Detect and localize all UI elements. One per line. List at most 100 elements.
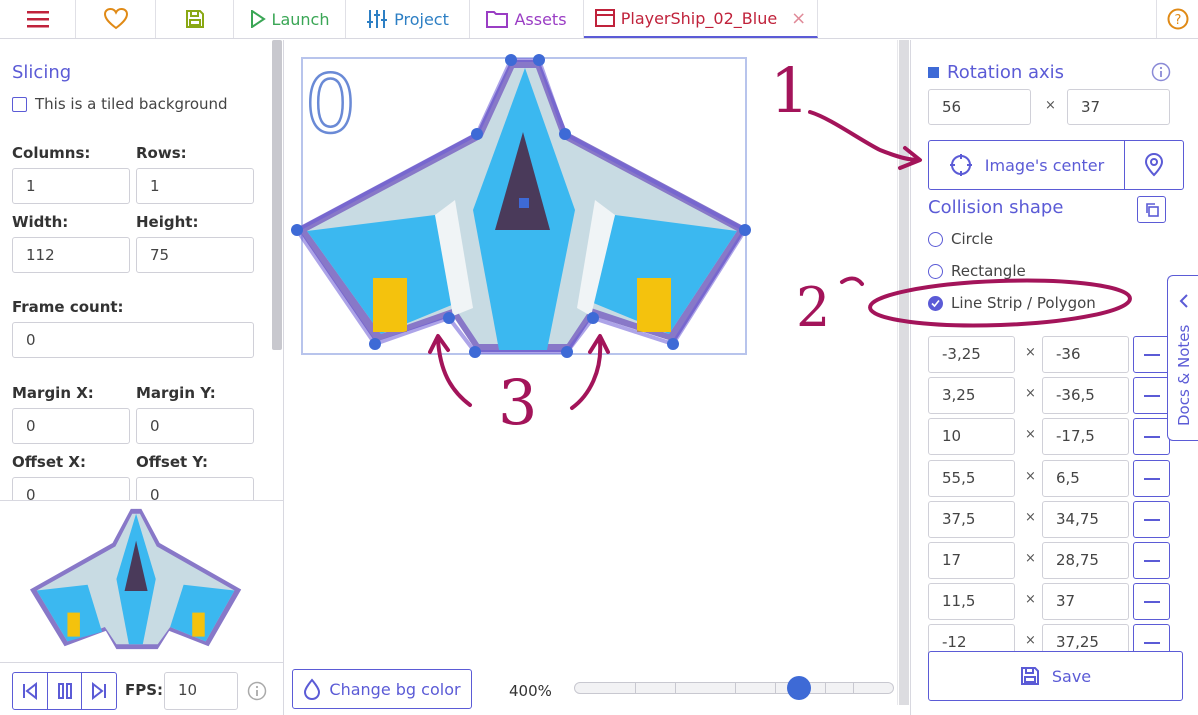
point-x-input[interactable]: 55,5 [928,460,1015,497]
times-sign: × [1025,386,1036,401]
fps-input[interactable]: 10 [164,672,238,710]
offset-x-label: Offset X: [12,453,86,471]
columns-label: Columns: [12,144,91,162]
point-y-input[interactable]: 6,5 [1042,460,1129,497]
checkbox-box[interactable] [12,96,27,112]
radio-circle[interactable]: Circle [928,230,993,248]
texture-canvas-area: 0 Change bg color 400% [285,40,897,715]
offset-y-input[interactable]: 0 [136,477,254,500]
rows-label: Rows: [136,144,187,162]
project-button[interactable]: Project [346,0,470,38]
height-input[interactable]: 75 [136,237,254,273]
offset-x-input[interactable]: 0 [12,477,130,500]
map-pin-icon [1144,153,1164,177]
pause-button[interactable] [48,673,83,709]
tab-close-icon[interactable]: × [791,8,806,29]
tab-label: PlayerShip_02_Blue [620,8,778,28]
left-scrollbar[interactable] [272,40,282,350]
minus-icon [1143,559,1160,562]
minus-icon [1143,477,1160,480]
save-icon [185,10,204,28]
rows-input[interactable]: 1 [136,168,254,204]
times-sign: × [1025,551,1036,566]
radio-rectangle-button[interactable] [928,263,943,279]
change-bg-color-button[interactable]: Change bg color [292,669,472,709]
previous-frame-button[interactable] [13,673,48,709]
point-y-input[interactable]: -36,5 [1042,377,1129,414]
left-panel: Slicing This is a tiled background Colum… [0,40,284,715]
skip-back-icon [22,682,37,700]
zoom-slider-knob[interactable] [787,676,811,700]
next-frame-button[interactable] [82,673,116,709]
image-center-button[interactable]: Image's center [929,141,1125,189]
margin-x-input[interactable]: 0 [12,408,130,444]
rotation-axis-title: Rotation axis [928,62,1064,83]
radio-circle-label: Circle [951,230,994,248]
width-input[interactable]: 112 [12,237,130,273]
playback-controls [12,672,117,710]
point-y-input[interactable]: 37 [1042,583,1129,620]
zoom-label: 400% [509,682,552,700]
tiled-label: This is a tiled background [35,95,228,113]
point-y-input[interactable]: 34,75 [1042,501,1129,538]
remove-point-button[interactable] [1133,377,1170,414]
tab-playership[interactable]: PlayerShip_02_Blue × [584,0,818,38]
rotation-y-input[interactable]: 37 [1067,89,1170,125]
info-icon[interactable] [247,681,267,701]
slicing-panel: Slicing This is a tiled background Colum… [0,40,284,500]
remove-point-button[interactable] [1133,501,1170,538]
frame-count-input[interactable]: 0 [12,322,254,358]
radio-circle-button[interactable] [928,231,943,247]
texture-canvas[interactable]: 0 [285,40,897,660]
rotation-x-input[interactable]: 56 [928,89,1031,125]
zoom-slider[interactable] [574,676,894,700]
skip-forward-icon [92,682,107,700]
project-label: Project [394,9,449,29]
heart-icon [103,8,128,30]
point-x-input[interactable]: 11,5 [928,583,1015,620]
save-button[interactable]: Save [928,651,1183,701]
info-icon[interactable] [1151,62,1171,82]
launch-button[interactable]: Launch [234,0,346,38]
save-project-button[interactable] [156,0,234,38]
favorites-button[interactable] [76,0,156,38]
remove-point-button[interactable] [1133,583,1170,620]
point-y-input[interactable]: 28,75 [1042,542,1129,579]
menu-button[interactable] [0,0,76,38]
margin-y-input[interactable]: 0 [136,408,254,444]
fps-label: FPS: [125,681,164,699]
remove-point-button[interactable] [1133,418,1170,455]
sliders-icon [367,10,388,28]
minus-icon [1143,641,1160,644]
launch-label: Launch [271,9,330,29]
animation-player: FPS: 10 [0,662,284,715]
canvas-scrollbar[interactable] [897,40,910,705]
play-icon [250,10,266,28]
point-y-input[interactable]: -17,5 [1042,418,1129,455]
set-axis-location-button[interactable] [1125,141,1183,189]
remove-point-button[interactable] [1133,460,1170,497]
assets-button[interactable]: Assets [470,0,584,38]
remove-point-button[interactable] [1133,336,1170,373]
remove-point-button[interactable] [1133,542,1170,579]
times-sign: × [1025,633,1036,648]
docs-notes-tab[interactable]: Docs & Notes [1167,275,1198,441]
tiled-background-checkbox[interactable]: This is a tiled background [12,95,228,113]
point-x-input[interactable]: 10 [928,418,1015,455]
crosshair-icon [949,154,972,176]
point-x-input[interactable]: 37,5 [928,501,1015,538]
point-x-input[interactable]: 3,25 [928,377,1015,414]
radio-rectangle[interactable]: Rectangle [928,262,1026,280]
copy-shape-button[interactable] [1137,196,1166,223]
times-sign: × [1045,98,1056,113]
point-x-input[interactable]: 17 [928,542,1015,579]
columns-input[interactable]: 1 [12,168,130,204]
radio-polygon-button[interactable] [928,295,943,311]
radio-polygon[interactable]: Line Strip / Polygon [928,294,1096,312]
help-button[interactable]: ? [1156,0,1198,38]
rotation-axis-marker [519,198,529,208]
point-x-input[interactable]: -3,25 [928,336,1015,373]
animation-preview [0,500,284,662]
copy-icon [1145,202,1159,217]
point-y-input[interactable]: -36 [1042,336,1129,373]
